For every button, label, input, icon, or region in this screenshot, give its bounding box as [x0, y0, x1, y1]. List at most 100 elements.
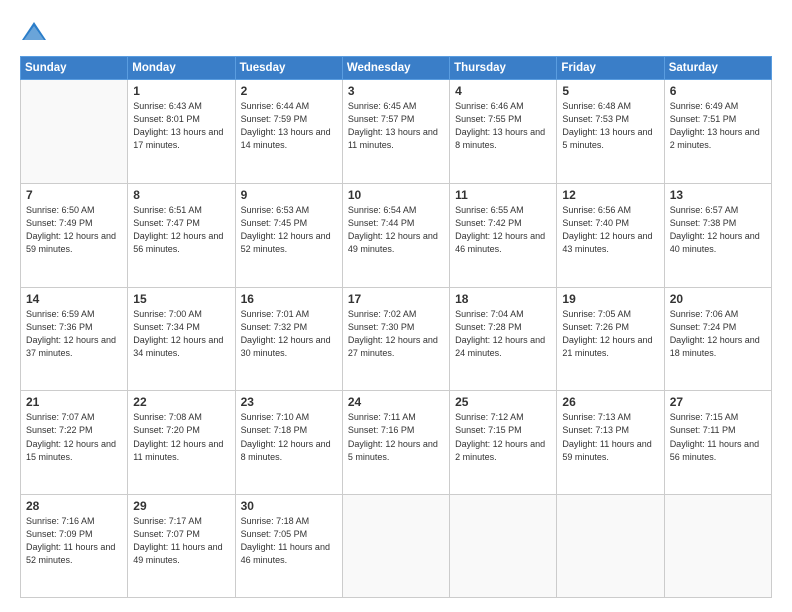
table-cell: 24 Sunrise: 7:11 AM Sunset: 7:16 PM Dayli…	[342, 391, 449, 495]
day-info: Sunrise: 6:46 AM Sunset: 7:55 PM Dayligh…	[455, 100, 551, 152]
day-number: 15	[133, 292, 229, 306]
table-cell: 17 Sunrise: 7:02 AM Sunset: 7:30 PM Dayli…	[342, 287, 449, 391]
day-info: Sunrise: 6:49 AM Sunset: 7:51 PM Dayligh…	[670, 100, 766, 152]
day-info: Sunrise: 6:45 AM Sunset: 7:57 PM Dayligh…	[348, 100, 444, 152]
week-row-3: 14 Sunrise: 6:59 AM Sunset: 7:36 PM Dayli…	[21, 287, 772, 391]
logo	[20, 18, 52, 46]
table-cell: 14 Sunrise: 6:59 AM Sunset: 7:36 PM Dayli…	[21, 287, 128, 391]
table-cell: 10Sunrise: 6:54 AM Sunset: 7:44 PM Dayli…	[342, 183, 449, 287]
th-tuesday: Tuesday	[235, 57, 342, 80]
header	[20, 18, 772, 46]
day-info: Sunrise: 6:44 AM Sunset: 7:59 PM Dayligh…	[241, 100, 337, 152]
week-row-4: 21Sunrise: 7:07 AM Sunset: 7:22 PM Dayli…	[21, 391, 772, 495]
table-cell: 30 Sunrise: 7:18 AM Sunset: 7:05 PM Dayli…	[235, 495, 342, 598]
day-number: 7	[26, 188, 122, 202]
th-saturday: Saturday	[664, 57, 771, 80]
table-cell: 16 Sunrise: 7:01 AM Sunset: 7:32 PM Dayli…	[235, 287, 342, 391]
day-number: 2	[241, 84, 337, 98]
table-cell: 26Sunrise: 7:13 AM Sunset: 7:13 PM Dayli…	[557, 391, 664, 495]
day-number: 5	[562, 84, 658, 98]
day-number: 16	[241, 292, 337, 306]
table-cell: 6 Sunrise: 6:49 AM Sunset: 7:51 PM Daylig…	[664, 80, 771, 184]
weekday-header-row: Sunday Monday Tuesday Wednesday Thursday…	[21, 57, 772, 80]
day-info: Sunrise: 7:04 AM Sunset: 7:28 PM Dayligh…	[455, 308, 551, 360]
th-wednesday: Wednesday	[342, 57, 449, 80]
table-cell: 11 Sunrise: 6:55 AM Sunset: 7:42 PM Dayli…	[450, 183, 557, 287]
day-info: Sunrise: 7:10 AM Sunset: 7:18 PM Dayligh…	[241, 411, 337, 463]
table-cell	[342, 495, 449, 598]
day-number: 26	[562, 395, 658, 409]
table-cell: 1 Sunrise: 6:43 AM Sunset: 8:01 PM Daylig…	[128, 80, 235, 184]
day-number: 18	[455, 292, 551, 306]
page: Sunday Monday Tuesday Wednesday Thursday…	[0, 0, 792, 612]
week-row-5: 28 Sunrise: 7:16 AM Sunset: 7:09 PM Dayli…	[21, 495, 772, 598]
day-number: 13	[670, 188, 766, 202]
day-info: Sunrise: 6:57 AM Sunset: 7:38 PM Dayligh…	[670, 204, 766, 256]
table-cell: 21Sunrise: 7:07 AM Sunset: 7:22 PM Dayli…	[21, 391, 128, 495]
day-info: Sunrise: 6:56 AM Sunset: 7:40 PM Dayligh…	[562, 204, 658, 256]
day-info: Sunrise: 6:59 AM Sunset: 7:36 PM Dayligh…	[26, 308, 122, 360]
table-cell	[450, 495, 557, 598]
day-number: 22	[133, 395, 229, 409]
day-number: 4	[455, 84, 551, 98]
table-cell: 7 Sunrise: 6:50 AM Sunset: 7:49 PM Daylig…	[21, 183, 128, 287]
day-number: 24	[348, 395, 444, 409]
table-cell: 9 Sunrise: 6:53 AM Sunset: 7:45 PM Daylig…	[235, 183, 342, 287]
day-number: 25	[455, 395, 551, 409]
table-cell: 13 Sunrise: 6:57 AM Sunset: 7:38 PM Dayli…	[664, 183, 771, 287]
day-number: 1	[133, 84, 229, 98]
day-info: Sunrise: 7:15 AM Sunset: 7:11 PM Dayligh…	[670, 411, 766, 463]
day-info: Sunrise: 6:51 AM Sunset: 7:47 PM Dayligh…	[133, 204, 229, 256]
table-cell: 22 Sunrise: 7:08 AM Sunset: 7:20 PM Dayli…	[128, 391, 235, 495]
table-cell: 25 Sunrise: 7:12 AM Sunset: 7:15 PM Dayli…	[450, 391, 557, 495]
day-number: 17	[348, 292, 444, 306]
table-cell: 12Sunrise: 6:56 AM Sunset: 7:40 PM Dayli…	[557, 183, 664, 287]
table-cell: 23 Sunrise: 7:10 AM Sunset: 7:18 PM Dayli…	[235, 391, 342, 495]
day-number: 8	[133, 188, 229, 202]
day-number: 21	[26, 395, 122, 409]
day-number: 30	[241, 499, 337, 513]
table-cell: 3 Sunrise: 6:45 AM Sunset: 7:57 PM Daylig…	[342, 80, 449, 184]
day-info: Sunrise: 6:55 AM Sunset: 7:42 PM Dayligh…	[455, 204, 551, 256]
th-sunday: Sunday	[21, 57, 128, 80]
table-cell: 2 Sunrise: 6:44 AM Sunset: 7:59 PM Daylig…	[235, 80, 342, 184]
day-info: Sunrise: 7:17 AM Sunset: 7:07 PM Dayligh…	[133, 515, 229, 567]
table-cell: 18 Sunrise: 7:04 AM Sunset: 7:28 PM Dayli…	[450, 287, 557, 391]
day-number: 11	[455, 188, 551, 202]
table-cell	[557, 495, 664, 598]
day-info: Sunrise: 7:12 AM Sunset: 7:15 PM Dayligh…	[455, 411, 551, 463]
day-info: Sunrise: 6:53 AM Sunset: 7:45 PM Dayligh…	[241, 204, 337, 256]
day-info: Sunrise: 7:08 AM Sunset: 7:20 PM Dayligh…	[133, 411, 229, 463]
day-number: 29	[133, 499, 229, 513]
day-info: Sunrise: 7:18 AM Sunset: 7:05 PM Dayligh…	[241, 515, 337, 567]
day-number: 23	[241, 395, 337, 409]
day-info: Sunrise: 7:11 AM Sunset: 7:16 PM Dayligh…	[348, 411, 444, 463]
day-info: Sunrise: 7:06 AM Sunset: 7:24 PM Dayligh…	[670, 308, 766, 360]
day-number: 6	[670, 84, 766, 98]
day-info: Sunrise: 7:02 AM Sunset: 7:30 PM Dayligh…	[348, 308, 444, 360]
day-number: 28	[26, 499, 122, 513]
calendar: Sunday Monday Tuesday Wednesday Thursday…	[20, 56, 772, 598]
day-info: Sunrise: 6:50 AM Sunset: 7:49 PM Dayligh…	[26, 204, 122, 256]
logo-icon	[20, 18, 48, 46]
week-row-2: 7 Sunrise: 6:50 AM Sunset: 7:49 PM Daylig…	[21, 183, 772, 287]
table-cell: 8 Sunrise: 6:51 AM Sunset: 7:47 PM Daylig…	[128, 183, 235, 287]
day-number: 27	[670, 395, 766, 409]
table-cell: 28 Sunrise: 7:16 AM Sunset: 7:09 PM Dayli…	[21, 495, 128, 598]
table-cell: 27 Sunrise: 7:15 AM Sunset: 7:11 PM Dayli…	[664, 391, 771, 495]
day-number: 9	[241, 188, 337, 202]
table-cell: 20Sunrise: 7:06 AM Sunset: 7:24 PM Dayli…	[664, 287, 771, 391]
day-number: 14	[26, 292, 122, 306]
table-cell	[664, 495, 771, 598]
table-cell: 5Sunrise: 6:48 AM Sunset: 7:53 PM Daylig…	[557, 80, 664, 184]
day-number: 19	[562, 292, 658, 306]
day-number: 3	[348, 84, 444, 98]
th-monday: Monday	[128, 57, 235, 80]
day-info: Sunrise: 6:43 AM Sunset: 8:01 PM Dayligh…	[133, 100, 229, 152]
th-friday: Friday	[557, 57, 664, 80]
week-row-1: 1 Sunrise: 6:43 AM Sunset: 8:01 PM Daylig…	[21, 80, 772, 184]
table-cell: 19Sunrise: 7:05 AM Sunset: 7:26 PM Dayli…	[557, 287, 664, 391]
day-info: Sunrise: 7:16 AM Sunset: 7:09 PM Dayligh…	[26, 515, 122, 567]
day-info: Sunrise: 7:01 AM Sunset: 7:32 PM Dayligh…	[241, 308, 337, 360]
table-cell: 4 Sunrise: 6:46 AM Sunset: 7:55 PM Daylig…	[450, 80, 557, 184]
